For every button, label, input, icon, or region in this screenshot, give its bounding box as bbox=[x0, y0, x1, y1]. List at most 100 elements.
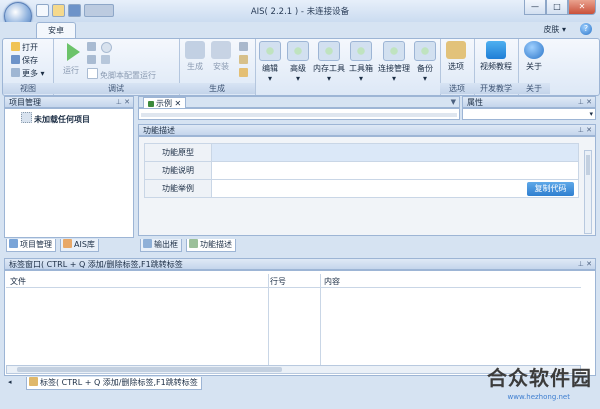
minimize-button[interactable]: — bbox=[524, 0, 546, 15]
video-tutorial-label: 视频教程 bbox=[480, 62, 512, 71]
ribbon-tab-row bbox=[0, 22, 600, 38]
pin-icon[interactable]: ⊥ ✕ bbox=[578, 97, 592, 108]
func-vscroll[interactable] bbox=[584, 150, 592, 234]
skin-menu[interactable]: 皮肤 ▾ bbox=[543, 24, 566, 35]
save-button[interactable]: 保存 bbox=[11, 55, 38, 66]
editor-scrollbar[interactable] bbox=[141, 113, 457, 117]
watermark-logo: 合众软件园 bbox=[487, 366, 592, 390]
no-config-run-checkbox[interactable]: 免脚本配置运行 bbox=[87, 68, 156, 81]
options-label: 选项 bbox=[448, 62, 464, 71]
properties-combo[interactable]: ▾ bbox=[462, 108, 596, 120]
column-divider bbox=[320, 274, 321, 369]
col-file[interactable]: 文件 bbox=[10, 276, 26, 287]
group-label-options: 选项 bbox=[440, 83, 474, 94]
watermark-url: www.hezhong.net bbox=[507, 393, 571, 401]
column-divider bbox=[268, 274, 269, 369]
scroll-thumb[interactable] bbox=[17, 367, 282, 372]
help-icon[interactable]: ? bbox=[580, 23, 592, 35]
func-icon bbox=[189, 239, 198, 248]
func-panel-title: 功能描述 bbox=[143, 126, 175, 135]
advanced-dropdown[interactable]: 高级 ▾ bbox=[285, 41, 311, 83]
breakpoint-icon[interactable] bbox=[101, 42, 114, 54]
file-icon bbox=[148, 101, 154, 107]
tab-output[interactable]: 输出框 bbox=[140, 239, 182, 252]
about-label: 关于 bbox=[526, 62, 542, 71]
tab-example-label: 示例 bbox=[156, 99, 172, 108]
brush-icon[interactable] bbox=[239, 55, 250, 65]
package-icon[interactable] bbox=[239, 68, 250, 78]
group-tools: 编辑 ▾ 高级 ▾ 内存工具 ▾ 工具箱 ▾ 连接管理 ▾ 备份 ▾ bbox=[255, 39, 441, 95]
debug-user-icon[interactable] bbox=[101, 55, 112, 65]
run-button[interactable]: 运行 bbox=[59, 41, 83, 81]
memtools-label: 内存工具 bbox=[313, 64, 345, 73]
group-label-debug: 调试 bbox=[53, 83, 179, 94]
scroll-thumb[interactable] bbox=[586, 155, 590, 175]
ribbon: 打开 保存 更多 ▾ 视图 运行 免脚本配置运行 调试 生成 安装 生成 编辑 … bbox=[2, 38, 600, 96]
tab-project[interactable]: 项目管理 bbox=[6, 239, 56, 252]
chevron-down-icon: ▾ bbox=[589, 110, 593, 118]
func-panel-header: 功能描述 ⊥ ✕ bbox=[138, 124, 596, 136]
properties-panel-header: 属性 ⊥ ✕ bbox=[462, 96, 596, 108]
tab-func-desc[interactable]: 功能描述 bbox=[186, 239, 236, 252]
close-button[interactable]: ✕ bbox=[568, 0, 596, 15]
edit-label: 编辑 bbox=[262, 64, 278, 73]
title-bar: AIS( 2.2.1 ) - 未连接设备 — □ ✕ bbox=[0, 0, 600, 22]
install-button[interactable]: 安装 bbox=[209, 41, 233, 81]
edit-dropdown[interactable]: 编辑 ▾ bbox=[257, 41, 283, 83]
folder-icon bbox=[11, 42, 20, 51]
chevron-down-icon[interactable]: ▼ bbox=[451, 97, 456, 108]
more-label: 更多 bbox=[22, 69, 38, 78]
col-content[interactable]: 内容 bbox=[324, 276, 340, 287]
func-row: 功能原型 bbox=[144, 143, 579, 162]
maximize-button[interactable]: □ bbox=[546, 0, 568, 15]
options-icon bbox=[446, 41, 466, 59]
backup-dropdown[interactable]: 备份 ▾ bbox=[413, 41, 437, 83]
tree-node-icon bbox=[21, 112, 32, 123]
col-line[interactable]: 行号 bbox=[270, 276, 286, 287]
group-label-view: 视图 bbox=[3, 83, 53, 94]
options-button[interactable]: 选项 bbox=[444, 41, 468, 81]
close-icon[interactable]: ✕ bbox=[175, 99, 182, 108]
group-label-generate: 生成 bbox=[179, 83, 255, 94]
tag-icon bbox=[29, 377, 38, 386]
no-config-run-label: 免脚本配置运行 bbox=[100, 71, 156, 80]
debug-stop-icon[interactable] bbox=[87, 55, 98, 65]
window-title: AIS( 2.2.1 ) - 未连接设备 bbox=[250, 7, 350, 17]
tab-android[interactable]: 安卓 bbox=[36, 22, 76, 39]
copy-code-button[interactable]: 复制代码 bbox=[527, 182, 574, 196]
build-button[interactable]: 生成 bbox=[183, 41, 207, 81]
func-value bbox=[211, 161, 579, 180]
pin-icon[interactable]: ⊥ ✕ bbox=[116, 97, 130, 108]
group-about: 关于 关于 bbox=[518, 39, 550, 95]
pin-icon[interactable]: ⊥ ✕ bbox=[578, 259, 592, 270]
memtools-dropdown[interactable]: 内存工具 ▾ bbox=[313, 41, 345, 83]
chevron-down-icon: ▾ bbox=[561, 25, 566, 34]
func-row: 功能举例 bbox=[144, 179, 579, 198]
editor-area[interactable] bbox=[138, 108, 460, 120]
tab-ais-lib[interactable]: AIS库 bbox=[60, 239, 99, 252]
project-tree[interactable]: 未加载任何项目 bbox=[4, 108, 134, 238]
project-panel-header: 项目管理 ⊥ ✕ bbox=[4, 96, 134, 108]
open-button[interactable]: 打开 bbox=[11, 42, 38, 53]
group-generate: 生成 安装 生成 bbox=[179, 39, 256, 95]
wrench-icon[interactable] bbox=[239, 42, 250, 52]
build-label: 生成 bbox=[187, 62, 203, 71]
memtools-icon bbox=[318, 41, 340, 61]
cloud-icon bbox=[486, 41, 506, 59]
video-tutorial-button[interactable]: 视频教程 bbox=[476, 41, 516, 81]
tab-func-desc-label: 功能描述 bbox=[200, 240, 232, 249]
toolbox-dropdown[interactable]: 工具箱 ▾ bbox=[347, 41, 375, 83]
window-controls: — □ ✕ bbox=[524, 0, 596, 15]
pin-icon[interactable]: ⊥ ✕ bbox=[578, 125, 592, 136]
func-key: 功能举例 bbox=[144, 179, 212, 198]
tab-output-label: 输出框 bbox=[154, 240, 178, 249]
tab-tags[interactable]: 标签( CTRL + Q 添加/删除标签,F1跳转标签 bbox=[26, 377, 202, 390]
connmgr-dropdown[interactable]: 连接管理 ▾ bbox=[377, 41, 411, 83]
save-icon bbox=[11, 55, 20, 64]
tree-item[interactable]: 未加载任何项目 bbox=[21, 112, 90, 125]
tab-project-label: 项目管理 bbox=[20, 240, 52, 249]
about-button[interactable]: 关于 bbox=[522, 41, 546, 81]
debug-step-icon[interactable] bbox=[87, 42, 98, 52]
chevron-left-icon[interactable]: ◂ bbox=[8, 378, 12, 386]
more-button[interactable]: 更多 ▾ bbox=[11, 68, 45, 79]
